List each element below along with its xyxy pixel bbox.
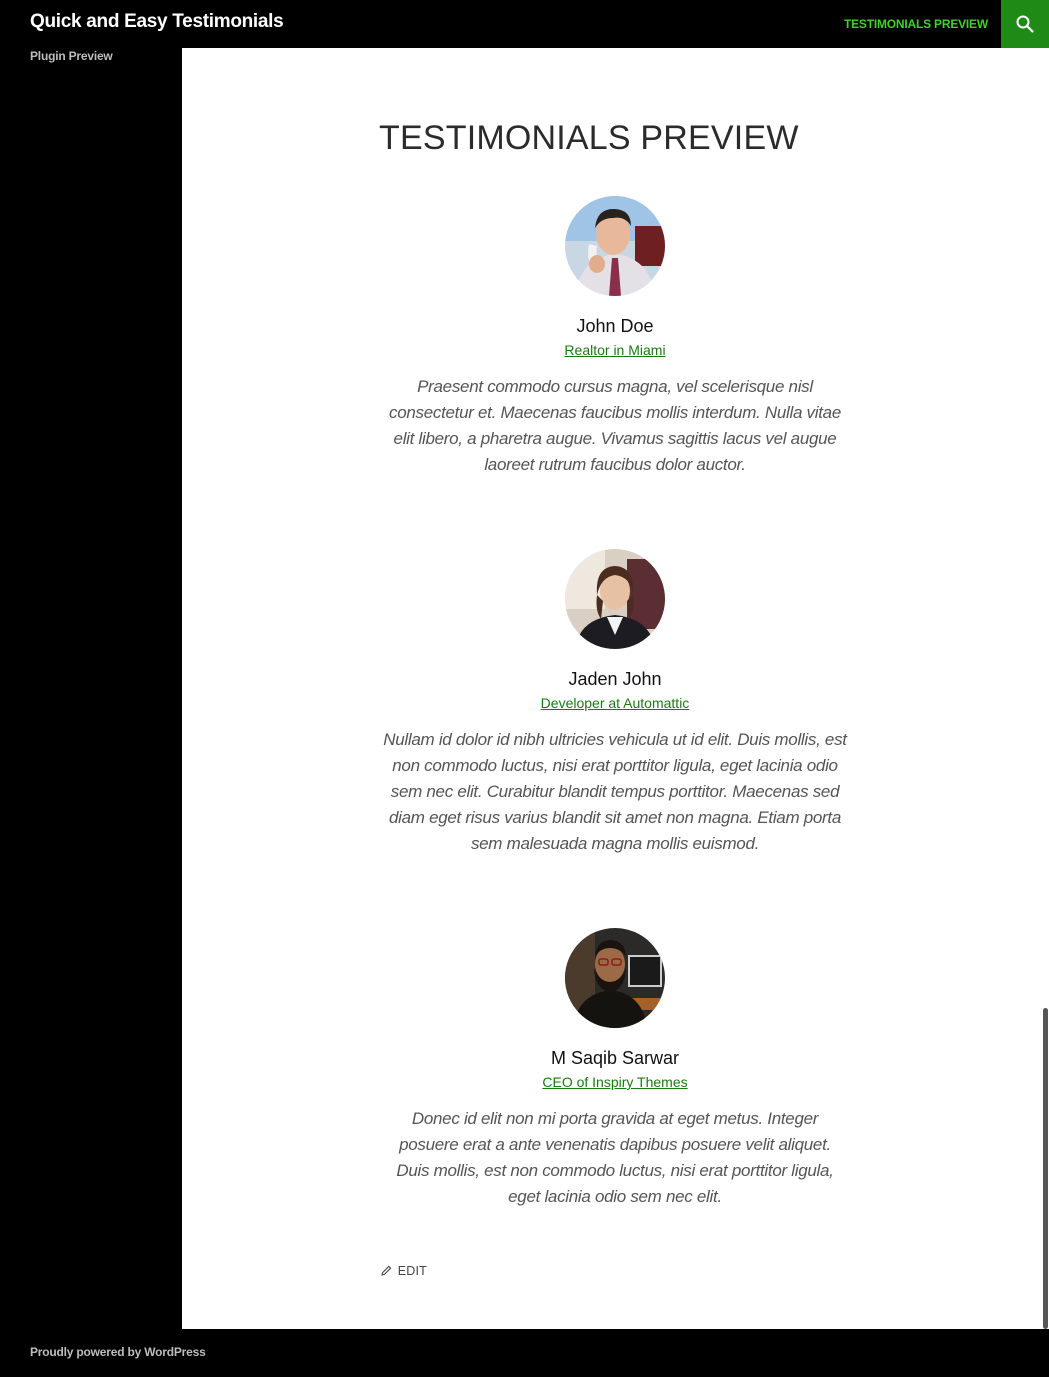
- testimonial-item: Jaden John Developer at Automattic Nulla…: [382, 549, 848, 857]
- edit-label: EDIT: [397, 1264, 427, 1278]
- sidebar: [0, 48, 182, 1329]
- search-button[interactable]: [1001, 0, 1049, 48]
- site-footer: Proudly powered by WordPress: [0, 1329, 1049, 1377]
- scrollbar[interactable]: [1042, 48, 1049, 1329]
- testimonial-role-link[interactable]: Developer at Automattic: [541, 694, 690, 712]
- avatar: [565, 196, 665, 296]
- site-header: Quick and Easy Testimonials TESTIMONIALS…: [0, 0, 1049, 48]
- avatar: [565, 928, 665, 1028]
- testimonial-name: John Doe: [576, 316, 654, 336]
- site-title-link[interactable]: Quick and Easy Testimonials: [30, 11, 284, 33]
- testimonial-quote: Nullam id dolor id nibh ultricies vehicu…: [383, 730, 847, 853]
- site-description: Plugin Preview: [30, 49, 113, 63]
- testimonial-name: M Saqib Sarwar: [550, 1048, 680, 1068]
- nav-item-testimonials-preview[interactable]: TESTIMONIALS PREVIEW: [844, 17, 988, 31]
- pencil-icon: [381, 1264, 398, 1278]
- testimonial-quote: Donec id elit non mi porta gravida at eg…: [396, 1109, 834, 1206]
- testimonial-role-link[interactable]: Realtor in Miami: [564, 341, 665, 359]
- testimonial-name: Jaden John: [568, 669, 662, 689]
- testimonial-role-link[interactable]: CEO of Inspiry Themes: [542, 1073, 687, 1091]
- edit-link[interactable]: EDIT: [381, 1264, 427, 1278]
- footer-credit-link[interactable]: Proudly powered by WordPress: [30, 1345, 206, 1359]
- avatar: [565, 549, 665, 649]
- main-content: TESTIMONIALS PREVIEW John Doe Realtor in…: [182, 48, 1042, 1329]
- scrollbar-thumb[interactable]: [1043, 1008, 1048, 1329]
- testimonial-item: M Saqib Sarwar CEO of Inspiry Themes Don…: [382, 928, 848, 1210]
- testimonial-item: John Doe Realtor in Miami Praesent commo…: [382, 196, 848, 478]
- testimonial-quote: Praesent commodo cursus magna, vel scele…: [389, 377, 841, 474]
- page-title: TESTIMONIALS PREVIEW: [379, 119, 799, 157]
